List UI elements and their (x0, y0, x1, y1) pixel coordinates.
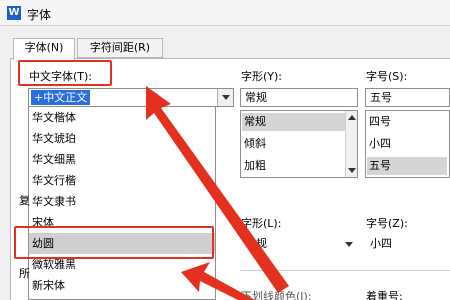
font-option[interactable]: 华文行楷 (32, 170, 76, 191)
chinese-font-value[interactable]: +中文正文 (31, 90, 91, 105)
scroll-down-icon[interactable] (348, 168, 356, 173)
style-option-selected[interactable]: 常规 (242, 113, 346, 131)
complex-script-label-partial: 复 (19, 194, 30, 207)
font-style-label: 字形(Y): (241, 70, 283, 83)
font-option[interactable]: 华文隶书 (32, 191, 76, 212)
size-option[interactable]: 小四 (369, 135, 391, 153)
font-option[interactable]: 华文楷体 (32, 107, 76, 128)
complex-style-value[interactable]: 常规 (245, 236, 267, 251)
font-option[interactable]: 华文细黑 (32, 149, 76, 170)
chinese-font-combo[interactable]: +中文正文 (28, 88, 234, 107)
font-style-value[interactable]: 常规 (245, 90, 267, 105)
annotation-box-label (18, 60, 112, 86)
tab-character-spacing[interactable]: 字符间距(R) (77, 38, 163, 58)
font-size-label: 字号(S): (366, 70, 408, 83)
all-text-label-partial: 所 (19, 267, 30, 280)
scroll-up-icon[interactable] (348, 115, 356, 120)
emphasis-mark-label: 着重号: (366, 290, 403, 300)
complex-style-label: 字形(L): (241, 217, 282, 230)
chevron-down-icon (222, 95, 230, 100)
style-option[interactable]: 加粗 (244, 157, 266, 175)
chinese-font-dropdown-list[interactable]: 华文楷体 华文琥珀 华文细黑 华文行楷 华文隶书 宋体 幼圆 微软雅黑 新宋体 (28, 107, 216, 300)
chevron-down-icon[interactable] (345, 242, 353, 247)
font-size-input[interactable]: 五号 (365, 88, 450, 107)
size-option[interactable]: 四号 (369, 113, 391, 131)
font-option[interactable]: 新宋体 (32, 275, 65, 296)
complex-size-combo[interactable]: 小四 (365, 234, 450, 253)
tab-font[interactable]: 字体(N) (13, 38, 75, 60)
font-size-list[interactable]: 四号 小四 五号 (365, 110, 450, 178)
wps-writer-icon: W (7, 6, 21, 20)
title-bar: W 字体 (0, 0, 450, 26)
annotation-box-font-option (14, 226, 214, 259)
complex-style-combo[interactable]: 常规 (240, 234, 358, 253)
font-size-value[interactable]: 五号 (370, 90, 392, 105)
style-list-scrollbar[interactable] (345, 111, 357, 177)
font-option[interactable]: 华文琥珀 (32, 128, 76, 149)
window-title: 字体 (27, 8, 52, 22)
style-option[interactable]: 倾斜 (244, 135, 266, 153)
size-option-selected[interactable]: 五号 (367, 157, 447, 175)
font-style-list[interactable]: 常规 倾斜 加粗 (240, 110, 358, 178)
font-style-input[interactable]: 常规 (240, 88, 358, 107)
underline-color-label: 下划线颜色(I): (241, 290, 312, 300)
complex-size-value[interactable]: 小四 (370, 236, 392, 251)
complex-size-label: 字号(Z): (366, 217, 408, 230)
group-divider (240, 270, 450, 271)
chinese-font-dropdown-button[interactable] (217, 89, 233, 106)
